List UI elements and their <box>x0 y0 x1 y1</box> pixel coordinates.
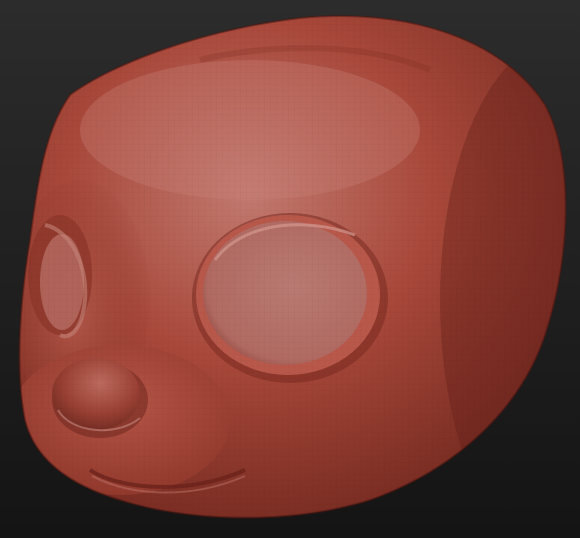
viewport-canvas[interactable] <box>0 0 580 538</box>
sculpt-viewport[interactable] <box>0 0 580 538</box>
